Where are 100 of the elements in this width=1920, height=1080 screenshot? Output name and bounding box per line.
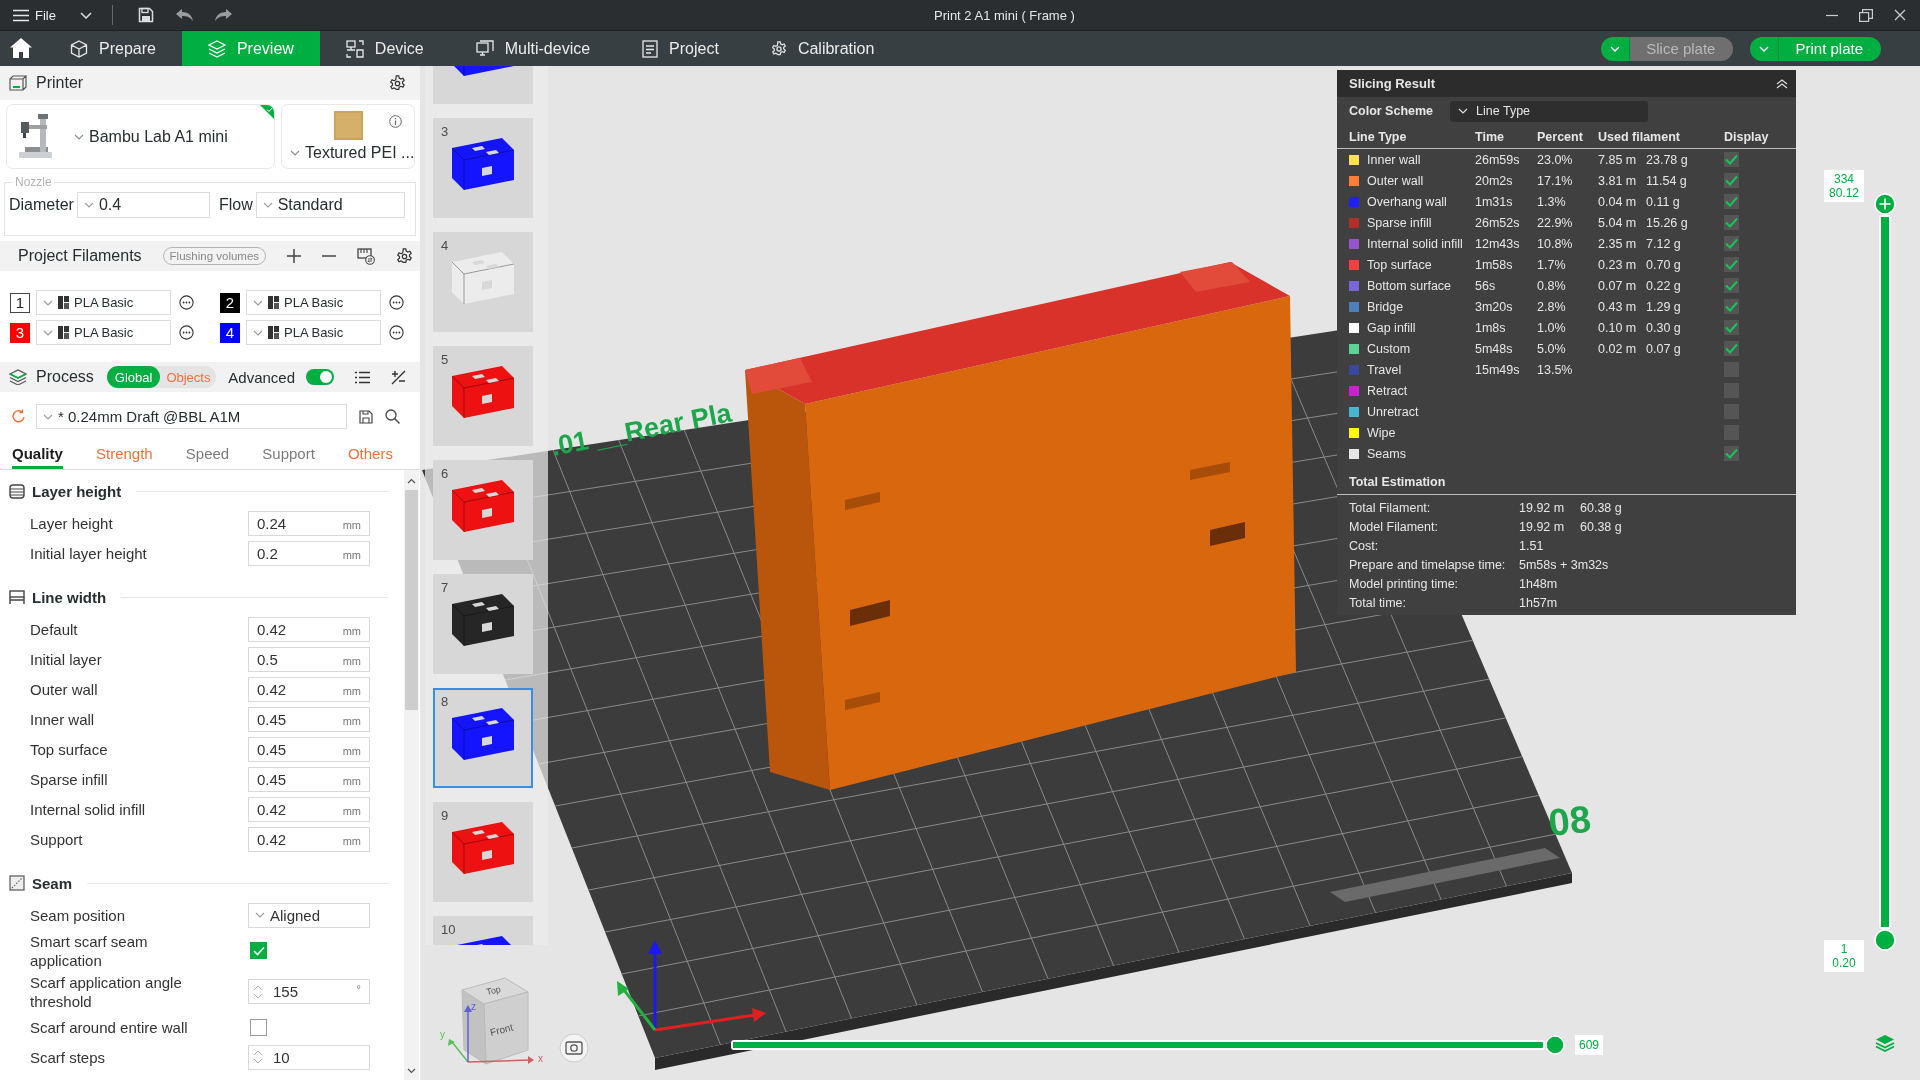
number-field[interactable]: 0.24 mm (248, 510, 370, 536)
spin-field[interactable]: 155 ° (248, 979, 370, 1004)
plate-thumbnail[interactable]: 7 (433, 574, 533, 674)
number-field[interactable]: 0.42 mm (248, 616, 370, 642)
diameter-dropdown[interactable]: 0.4 (76, 192, 210, 218)
layers-icon (9, 483, 25, 499)
scroll-down-icon[interactable] (407, 1068, 416, 1074)
filament-icon (268, 326, 279, 339)
refresh-icon[interactable] (11, 409, 26, 424)
action-menu-button[interactable] (1601, 36, 1631, 61)
spin-field[interactable]: 10 (248, 1044, 370, 1070)
close-icon[interactable] (1894, 9, 1906, 21)
plate-thumbnail[interactable]: 6 (433, 460, 533, 560)
display-checkbox[interactable] (1724, 173, 1739, 188)
checkbox[interactable] (250, 942, 267, 959)
plate-thumbnail[interactable]: 3 (433, 118, 533, 218)
plate-thumbnail[interactable]: 9 (433, 802, 533, 902)
number-field[interactable]: 0.45 mm (248, 766, 370, 792)
filament-dropdown[interactable]: PLA Basic (246, 290, 381, 315)
redo-icon[interactable] (214, 8, 232, 22)
flow-dropdown[interactable]: Standard (255, 192, 405, 218)
estimate-value: 60.38 g (1580, 500, 1622, 515)
settings-tab[interactable]: Speed (185, 441, 230, 469)
display-checkbox[interactable] (1724, 299, 1739, 314)
plus-minus-icon[interactable] (391, 369, 406, 385)
filament-dropdown[interactable]: PLA Basic (36, 290, 171, 315)
cube-icon (70, 39, 88, 58)
undo-icon[interactable] (175, 8, 193, 22)
info-icon[interactable] (389, 115, 402, 128)
more-icon[interactable] (179, 295, 194, 310)
preset-dropdown[interactable]: * 0.24mm Draft @BBL A1M (36, 404, 347, 429)
advanced-toggle[interactable] (306, 369, 334, 385)
settings-tab[interactable]: Quality (12, 441, 63, 469)
filament-dropdown[interactable]: PLA Basic (246, 320, 381, 345)
scrollbar-thumb[interactable] (405, 490, 418, 710)
more-icon[interactable] (389, 295, 404, 310)
scroll-up-icon[interactable] (407, 478, 416, 484)
scrollbar[interactable] (404, 470, 419, 1080)
spin-arrows-icon (253, 983, 263, 1000)
tab[interactable]: Prepare (44, 31, 182, 66)
number-field[interactable]: 0.45 mm (248, 736, 370, 762)
tab[interactable]: Multi-device (449, 31, 617, 66)
number-field[interactable]: 0.42 mm (248, 826, 370, 852)
slider-handle[interactable] (1874, 193, 1896, 215)
slider-handle[interactable] (1874, 929, 1896, 951)
slider-handle[interactable] (1545, 1035, 1565, 1055)
file-menu[interactable]: File (13, 7, 56, 23)
display-checkbox[interactable] (1724, 236, 1739, 251)
plate-icon (334, 111, 363, 140)
save-icon[interactable] (359, 409, 373, 424)
list-icon[interactable] (355, 370, 370, 384)
layers-icon[interactable] (1875, 1034, 1895, 1052)
plate-thumbnail[interactable]: 4 (433, 232, 533, 332)
caret-icon (74, 133, 84, 140)
plate-thumbnail[interactable]: 10 (433, 916, 533, 945)
display-checkbox[interactable] (1724, 152, 1739, 167)
tab[interactable]: Calibration (744, 31, 901, 66)
window-title: Print 2 A1 mini ( Frame ) (934, 7, 1075, 23)
settings-tab[interactable]: Support (262, 441, 315, 469)
display-checkbox[interactable] (1724, 446, 1739, 461)
tab[interactable]: Device (319, 31, 450, 66)
filament-dropdown[interactable]: PLA Basic (36, 320, 171, 345)
estimate-label: Model Filament: (1349, 519, 1439, 534)
display-checkbox[interactable] (1724, 278, 1739, 293)
sync-icon[interactable] (357, 247, 376, 265)
number-field[interactable]: 0.45 mm (248, 706, 370, 732)
printer-dropdown[interactable]: Bambu Lab A1 mini (74, 127, 228, 146)
scheme-dropdown[interactable]: Line Type (1450, 100, 1649, 122)
display-checkbox[interactable] (1724, 215, 1739, 230)
tab[interactable]: Project (616, 31, 745, 66)
table-cell: 3.81 m (1598, 173, 1637, 188)
table-cell-text: Bottom surface (1367, 278, 1453, 293)
number-field[interactable]: 0.42 mm (248, 676, 370, 702)
settings-icon[interactable] (396, 247, 414, 265)
plate-dropdown[interactable]: Textured PEI ... (290, 144, 415, 162)
select-field[interactable]: Aligned (248, 902, 370, 928)
more-icon[interactable] (389, 325, 404, 340)
more-icon[interactable] (179, 325, 194, 340)
number-field[interactable]: 0.5 mm (248, 646, 370, 672)
number-field[interactable]: 0.2 mm (248, 540, 370, 566)
display-checkbox[interactable] (1724, 320, 1739, 335)
checkbox[interactable] (250, 1018, 267, 1036)
restore-icon[interactable] (1859, 8, 1873, 22)
search-icon[interactable] (385, 409, 400, 424)
caret-icon (43, 299, 53, 306)
display-checkbox[interactable] (1724, 341, 1739, 356)
plate-thumbnail[interactable]: 5 (433, 346, 533, 446)
collapse-icon[interactable] (1776, 78, 1788, 89)
display-checkbox[interactable] (1724, 257, 1739, 272)
estimate-value: 19.92 m (1519, 519, 1565, 534)
caret-icon[interactable] (79, 11, 92, 19)
display-checkbox[interactable] (1724, 194, 1739, 209)
action-menu-button[interactable] (1750, 36, 1780, 61)
plus-icon[interactable] (287, 249, 302, 263)
table-cell: 5m48s (1475, 341, 1513, 356)
camera-icon[interactable] (559, 1033, 589, 1063)
home-icon[interactable] (10, 38, 32, 58)
plate-thumbnail[interactable]: 8 (433, 688, 533, 788)
settings-icon[interactable] (389, 74, 406, 92)
number-field[interactable]: 0.42 mm (248, 796, 370, 822)
